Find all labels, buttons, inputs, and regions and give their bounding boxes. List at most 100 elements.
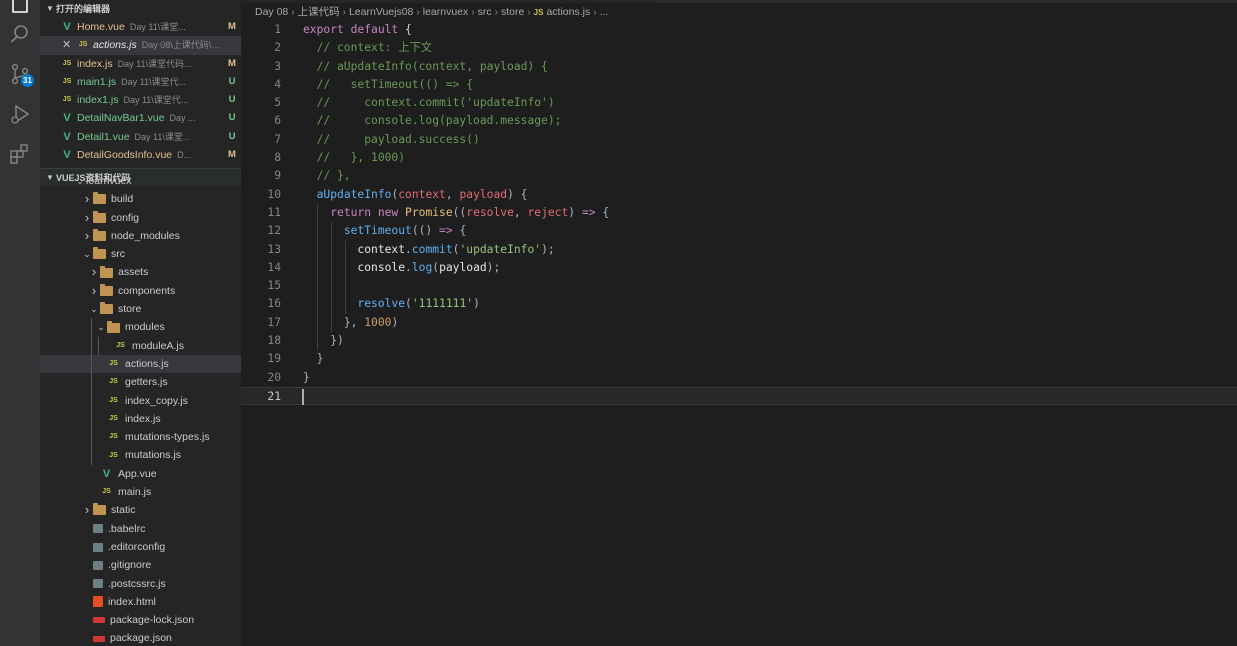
code-token: { [595, 205, 610, 219]
tree-item[interactable]: ⌄ store [40, 300, 241, 318]
code-line[interactable]: 9 // }, [241, 167, 1237, 185]
breadcrumb-more[interactable]: ... [600, 6, 609, 18]
scm-badge: 31 [21, 74, 34, 87]
open-editors-list: V Home.vue Day 11\课堂... M ✕ JS actions.js Day 0… [40, 18, 241, 164]
file-name: index1.js [77, 94, 119, 107]
explorer-icon[interactable] [8, 0, 32, 16]
code-token: return [330, 205, 378, 219]
tree-item-label: assets [118, 266, 149, 279]
tree-item[interactable]: .editorconfig [40, 538, 241, 556]
close-icon[interactable]: ✕ [62, 36, 71, 54]
chevron-down-icon[interactable]: ⌄ [81, 245, 93, 263]
folder-icon [93, 229, 106, 242]
open-editor-item[interactable]: V DetailNavBar1.vue Day ... U [40, 109, 241, 127]
file-name: Detail1.vue [77, 130, 130, 143]
chevron-right-icon[interactable]: › [88, 263, 100, 281]
open-editor-item[interactable]: JS index.js Day 11\课堂代码... M [40, 55, 241, 73]
tree-item-label: .babelrc [108, 522, 146, 535]
code-line[interactable]: 2 // context: 上下文 [241, 39, 1237, 57]
line-number: 13 [267, 242, 281, 256]
code-line[interactable]: 18 }) [241, 332, 1237, 351]
tree-item[interactable]: JS index_copy.js [40, 391, 241, 410]
tree-item[interactable]: ⌄ learnvuex [40, 172, 241, 190]
tree-item[interactable]: JS getters.js [40, 373, 241, 392]
code-token: context [303, 242, 406, 256]
code-token: { [452, 224, 467, 238]
file-path: Day 11\课堂代码... [117, 58, 192, 69]
open-editor-item[interactable]: V Detail1.vue Day 11\课堂... U [40, 128, 241, 146]
chevron-right-icon[interactable]: › [81, 209, 93, 227]
code-line[interactable]: 20} [241, 369, 1237, 387]
code-token: // }, 1000) [303, 151, 406, 165]
open-editor-item[interactable]: V DetailGoodsInfo.vue D... M [40, 146, 241, 164]
run-debug-icon[interactable] [8, 102, 32, 126]
extensions-icon[interactable] [8, 142, 32, 166]
code-line[interactable]: 6 // console.log(payload.message); [241, 112, 1237, 130]
open-editor-item[interactable]: JS index1.js Day 11\课堂代... U [40, 91, 241, 109]
tree-item[interactable]: JS mutations-types.js [40, 428, 241, 447]
chevron-right-icon[interactable]: › [81, 501, 93, 519]
code-line[interactable]: 11 return new Promise((resolve, reject) … [241, 203, 1237, 223]
code-line[interactable]: 19 } [241, 350, 1237, 368]
code-token: (( [452, 205, 467, 219]
code-token: resolve [357, 297, 406, 311]
breadcrumb-item[interactable]: LearnVuejs08 [349, 6, 413, 18]
tree-item[interactable]: JS actions.js [40, 354, 241, 374]
tree-item[interactable]: V App.vue [40, 465, 241, 483]
chevron-down-icon[interactable]: ⌄ [88, 300, 100, 318]
open-editors-header[interactable]: ▼ 打开的编辑器 [40, 0, 241, 18]
tree-item[interactable]: › components [40, 282, 241, 300]
chevron-down-icon[interactable]: ⌄ [95, 318, 107, 336]
tree-item[interactable]: .gitignore [40, 556, 241, 574]
open-editor-item[interactable]: JS main1.js Day 11\课堂代... U [40, 73, 241, 91]
tree-item[interactable]: ⌄ modules [40, 318, 241, 337]
tree-item[interactable]: package-lock.json [40, 611, 241, 629]
code-token: . [405, 242, 412, 256]
code-line[interactable]: 1 export default { [241, 21, 1237, 39]
code-line[interactable]: 3 // aUpdateInfo(context, payload) { [241, 58, 1237, 76]
tree-item[interactable]: JS moduleA.js [40, 336, 241, 355]
tree-item[interactable]: JS main.js [40, 483, 241, 501]
code-line[interactable]: 5 // context.commit('updateInfo') [241, 94, 1237, 112]
tree-item[interactable]: .babelrc [40, 520, 241, 538]
tree-item[interactable]: › assets [40, 263, 241, 281]
breadcrumb-item[interactable]: src [478, 6, 492, 18]
chevron-right-icon[interactable]: › [88, 282, 100, 300]
indent-guide [345, 240, 346, 259]
code-line[interactable]: 4 // setTimeout(() => { [241, 76, 1237, 94]
code-editor[interactable]: 1 export default {2 // context: 上下文 3 // a… [241, 21, 1237, 406]
tree-item[interactable]: package.json [40, 629, 241, 646]
breadcrumb-item[interactable]: Day 08 [255, 6, 288, 18]
tree-item[interactable]: ⌄ src [40, 245, 241, 263]
code-line[interactable]: 21 [241, 386, 1237, 406]
code-line[interactable]: 15 [241, 277, 1237, 296]
tree-item[interactable]: › static [40, 501, 241, 519]
code-line[interactable]: 17 }, 1000) [241, 313, 1237, 333]
indent-guide [91, 428, 92, 447]
code-line[interactable]: 14 console.log(payload); [241, 258, 1237, 278]
code-line[interactable]: 7 // payload.success() [241, 131, 1237, 149]
tree-item[interactable]: JS mutations.js [40, 446, 241, 465]
tree-item[interactable]: index.html [40, 593, 241, 611]
open-editor-item[interactable]: ✕ JS actions.js Day 08\上课代码\Lea... [40, 36, 241, 55]
breadcrumb-item[interactable]: store [501, 6, 524, 18]
tree-item[interactable]: JS index.js [40, 409, 241, 429]
chevron-right-icon[interactable]: › [81, 227, 93, 245]
chevron-down-icon[interactable]: ⌄ [74, 172, 86, 190]
code-line[interactable]: 13 context.commit('updateInfo'); [241, 240, 1237, 259]
search-icon[interactable] [8, 22, 32, 46]
breadcrumb-item[interactable]: learnvuex [423, 6, 469, 18]
code-line[interactable]: 8 // }, 1000) [241, 149, 1237, 167]
tree-item[interactable]: › build [40, 190, 241, 208]
chevron-right-icon[interactable]: › [81, 190, 93, 208]
code-line[interactable]: 16 resolve('1111111') [241, 295, 1237, 314]
breadcrumb-item[interactable]: 上课代码 [298, 6, 340, 18]
tree-item[interactable]: .postcssrc.js [40, 575, 241, 593]
open-editor-item[interactable]: V Home.vue Day 11\课堂... M [40, 18, 241, 36]
tree-item[interactable]: › config [40, 209, 241, 227]
breadcrumb-file[interactable]: actions.js [546, 6, 590, 18]
tree-item[interactable]: › node_modules [40, 227, 241, 245]
code-line[interactable]: 10 aUpdateInfo(context, payload) { [241, 186, 1237, 204]
code-line[interactable]: 12 setTimeout(() => { [241, 222, 1237, 241]
js-file-icon: JS [78, 41, 88, 49]
